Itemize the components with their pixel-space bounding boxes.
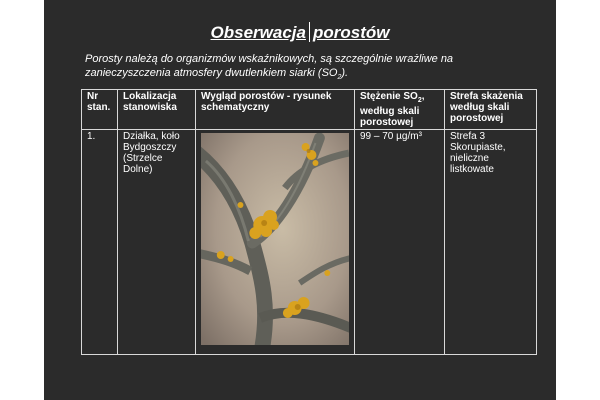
cell-photo — [195, 129, 355, 355]
title-word-2: porostów — [312, 23, 390, 42]
intro-line-1: Porosty należą do organizmów wskaźnikowy… — [85, 53, 454, 65]
table-header-row: Nr stan. Lokalizacja stanowiska Wygląd p… — [81, 89, 537, 130]
header-nr: Nr stan. — [81, 89, 118, 130]
slide-title: Obserwacja porostów — [44, 22, 556, 43]
table-row: 1. Działka, koło Bydgoszczy (Strzelce Do… — [81, 129, 537, 355]
header-stezenie-text: Stężenie SO — [360, 91, 418, 102]
header-wyglad: Wygląd porostów - rysunek schematyczny — [195, 89, 355, 130]
header-strefa: Strefa skażenia według skali porostowej — [444, 89, 537, 130]
cell-lokalizacja: Działka, koło Bydgoszczy (Strzelce Dolne… — [117, 129, 196, 355]
intro-line-2-end: ). — [341, 67, 349, 79]
title-word-1: Obserwacja — [210, 23, 306, 42]
lichen-photo — [201, 133, 349, 345]
text-cursor — [308, 22, 310, 42]
intro-line-2: zanieczyszczenia atmosfery dwutlenkiem s… — [85, 67, 338, 79]
header-lokalizacja: Lokalizacja stanowiska — [117, 89, 196, 130]
observation-table: Nr stan. Lokalizacja stanowiska Wygląd p… — [81, 89, 537, 355]
cell-strefa: Strefa 3 Skorupiaste, nieliczne listkowa… — [444, 129, 537, 355]
cell-stezenie: 99 – 70 µg/m³ — [354, 129, 445, 355]
slide: Obserwacja porostów Porosty należą do org… — [44, 0, 556, 400]
cell-nr: 1. — [81, 129, 118, 355]
header-stezenie: Stężenie SO2, według skali porostowej — [354, 89, 445, 130]
intro-paragraph: Porosty należą do organizmów wskaźnikowy… — [85, 52, 525, 85]
